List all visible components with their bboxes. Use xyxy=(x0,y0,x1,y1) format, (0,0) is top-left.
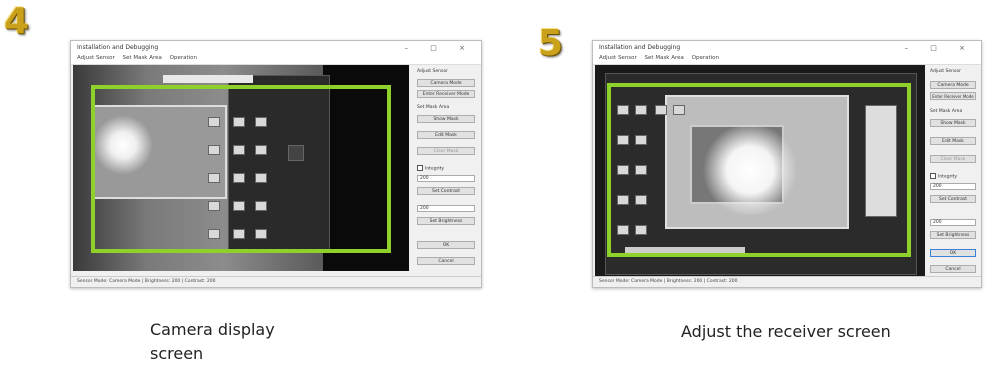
window-controls[interactable]: – □ × xyxy=(905,44,975,52)
group-adjust-sensor: Adjust Sensor xyxy=(930,69,961,74)
menu-set-mask-area[interactable]: Set Mask Area xyxy=(645,55,684,61)
step-number-5: 5 xyxy=(538,23,564,64)
set-brightness-button[interactable]: Set Brightness xyxy=(417,217,475,225)
menu-operation[interactable]: Operation xyxy=(170,55,197,61)
menu-adjust-sensor[interactable]: Adjust Sensor xyxy=(77,55,115,61)
integrity-label: Integrity xyxy=(425,166,445,172)
detection-area-frame xyxy=(607,83,911,257)
group-set-mask-area: Set Mask Area xyxy=(417,105,450,110)
group-adjust-sensor: Adjust Sensor xyxy=(417,69,448,74)
menu-set-mask-area[interactable]: Set Mask Area xyxy=(123,55,162,61)
cancel-button[interactable]: Cancel xyxy=(417,257,475,265)
step-number-4: 4 xyxy=(4,1,30,42)
clear-mask-button[interactable]: Clear Mask xyxy=(930,155,976,163)
inner-toolbar xyxy=(163,75,253,83)
camera-mode-button[interactable]: Camera Mode xyxy=(417,79,475,87)
receiver-mode-button[interactable]: Enter Receiver Mode xyxy=(417,90,475,98)
ok-button[interactable]: OK xyxy=(930,249,976,257)
caption-adjust-receiver: Adjust the receiver screen xyxy=(681,322,891,341)
camera-display-window: Installation and Debugging – □ × Adjust … xyxy=(70,40,482,288)
menu-bar: Adjust Sensor Set Mask Area Operation xyxy=(71,55,481,65)
set-contrast-button[interactable]: Set Contrast xyxy=(930,195,976,203)
checkbox-box[interactable] xyxy=(930,173,936,179)
window-title: Installation and Debugging xyxy=(77,44,159,51)
caption-line-2: screen xyxy=(150,344,204,363)
window-title: Installation and Debugging xyxy=(599,44,681,51)
menu-adjust-sensor[interactable]: Adjust Sensor xyxy=(599,55,637,61)
status-bar: Sensor Mode: Camera Mode | Brightness: 2… xyxy=(71,276,481,287)
ok-button[interactable]: OK xyxy=(417,241,475,249)
group-set-mask-area: Set Mask Area xyxy=(930,109,963,114)
set-brightness-button[interactable]: Set Brightness xyxy=(930,231,976,239)
integrity-checkbox[interactable]: Integrity xyxy=(417,165,444,172)
contrast-field[interactable]: 200 xyxy=(930,183,976,190)
control-panel: Adjust Sensor Camera Mode Enter Receiver… xyxy=(927,65,979,275)
receiver-adjust-window: Installation and Debugging – □ × Adjust … xyxy=(592,40,982,288)
brightness-field[interactable]: 200 xyxy=(930,219,976,226)
window-controls[interactable]: – □ × xyxy=(405,44,475,52)
integrity-label: Integrity xyxy=(938,174,958,180)
set-contrast-button[interactable]: Set Contrast xyxy=(417,187,475,195)
camera-mode-button[interactable]: Camera Mode xyxy=(930,81,976,89)
title-bar: Installation and Debugging – □ × xyxy=(71,41,481,55)
contrast-field[interactable]: 200 xyxy=(417,175,475,182)
caption-line-1: Camera display xyxy=(150,320,275,339)
title-bar: Installation and Debugging – □ × xyxy=(593,41,981,55)
edit-mask-button[interactable]: Edit Mask xyxy=(930,137,976,145)
integrity-checkbox[interactable]: Integrity xyxy=(930,173,957,180)
show-mask-button[interactable]: Show Mask xyxy=(930,119,976,127)
cancel-button[interactable]: Cancel xyxy=(930,265,976,273)
receiver-mode-button[interactable]: Enter Receiver Mode xyxy=(930,92,976,100)
checkbox-box[interactable] xyxy=(417,165,423,171)
caption-camera-display: Camera display screen xyxy=(150,318,275,366)
detection-area-frame xyxy=(91,85,391,253)
edit-mask-button[interactable]: Edit Mask xyxy=(417,131,475,139)
status-bar: Sensor Mode: Camera Mode | Brightness: 2… xyxy=(593,276,981,287)
menu-operation[interactable]: Operation xyxy=(692,55,719,61)
control-panel: Adjust Sensor Camera Mode Enter Receiver… xyxy=(413,65,479,275)
show-mask-button[interactable]: Show Mask xyxy=(417,115,475,123)
brightness-field[interactable]: 200 xyxy=(417,205,475,212)
menu-bar: Adjust Sensor Set Mask Area Operation xyxy=(593,55,981,65)
clear-mask-button[interactable]: Clear Mask xyxy=(417,147,475,155)
